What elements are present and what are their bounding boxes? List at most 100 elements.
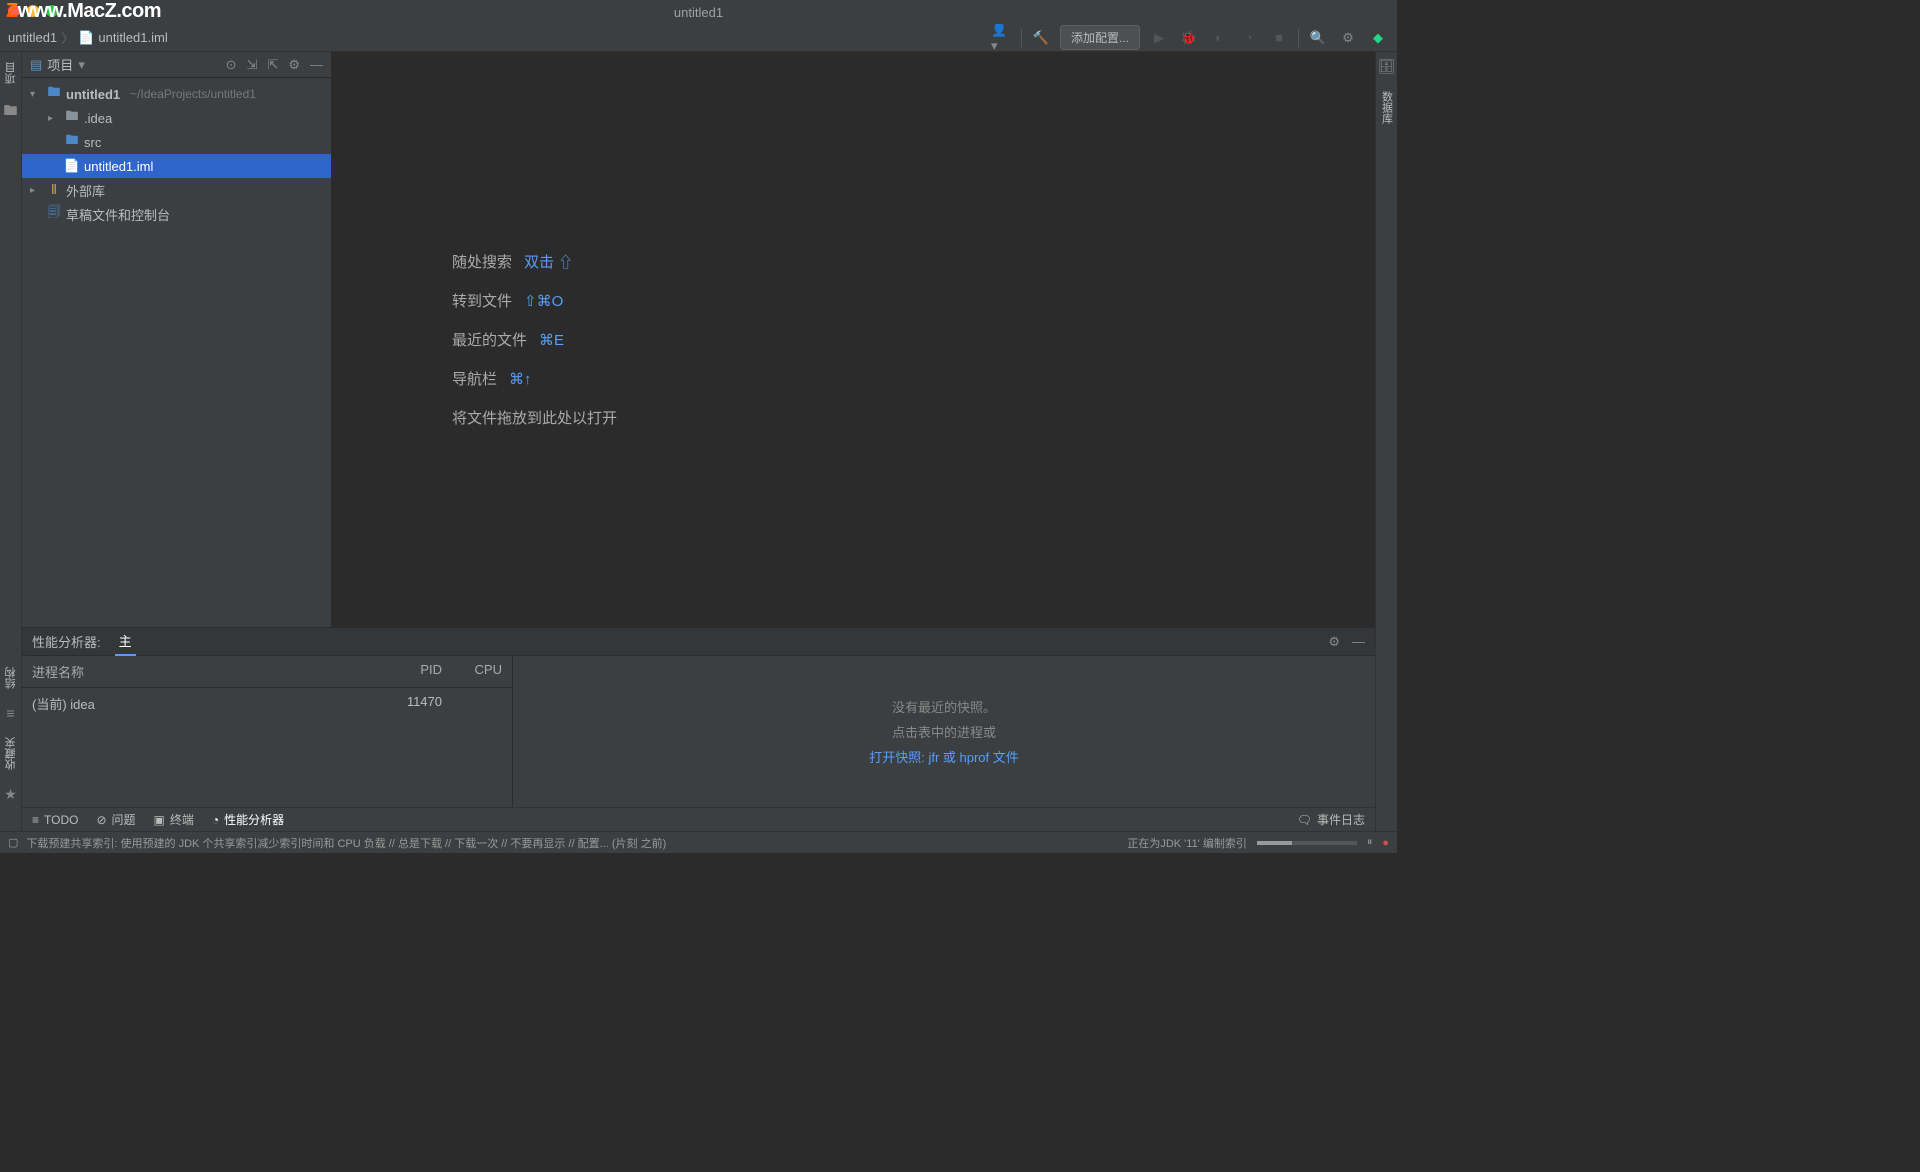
hint-nav-bar: 导航栏 ⌘↑ [452,368,532,389]
project-icon: ▤ [30,57,42,73]
open-snapshot-link[interactable]: 打开快照: jfr 或 hprof 文件 [869,747,1019,766]
tree-folder-idea[interactable]: ▸ 🖿 .idea [22,106,331,130]
pause-icon[interactable]: ⏸ [1367,836,1373,849]
folder-icon: 🖿 [46,83,62,105]
col-pid[interactable]: PID [372,662,442,681]
project-tree[interactable]: ▾ 🖿 untitled1 ~/IdeaProjects/untitled1 ▸… [22,78,331,627]
tree-file-iml[interactable]: 📄 untitled1.iml [22,154,331,178]
process-pid: 11470 [372,694,442,713]
no-snapshot-text: 没有最近的快照。 [892,697,996,716]
hint-search-everywhere: 随处搜索 双击 ⇧ [452,251,573,272]
tree-label: .idea [84,111,112,126]
tree-folder-src[interactable]: 🖿 src [22,130,331,154]
process-table-header: 进程名称 PID CPU [22,656,512,688]
separator [1298,29,1299,47]
gutter-tab-database[interactable]: 数据库 [1379,87,1395,128]
chevron-right-icon[interactable]: ▸ [30,185,42,196]
database-icon: 🗄 [1378,58,1396,75]
hint-recent-files: 最近的文件 ⌘E [452,329,564,350]
process-cpu [442,694,502,713]
hint-goto-file: 转到文件 ⇧⌘O [452,290,563,311]
debug-icon[interactable]: 🐞 [1178,27,1200,49]
tree-label: 草稿文件和控制台 [66,205,170,224]
file-icon: 📄 [64,158,80,174]
tree-root[interactable]: ▾ 🖿 untitled1 ~/IdeaProjects/untitled1 [22,82,331,106]
settings-icon[interactable]: ⚙ [1337,27,1359,49]
snapshot-panel: 没有最近的快照。 点击表中的进程或 打开快照: jfr 或 hprof 文件 [512,656,1375,807]
jetbrains-icon[interactable]: ◆ [1367,27,1389,49]
progress-bar[interactable] [1257,841,1357,845]
user-icon[interactable]: 👤▾ [991,27,1013,49]
run-icon[interactable]: ▶ [1148,27,1170,49]
hide-icon[interactable]: — [310,57,323,73]
statusbar: ▢ 下载预建共享索引: 使用预建的 JDK 个共享索引减少索引时间和 CPU 负… [0,831,1397,853]
profiler-tabs: 性能分析器: 主 ⚙ — [22,628,1375,656]
titlebar: untitled1 [0,0,1397,24]
collapse-icon[interactable]: ⇱ [267,57,278,73]
expand-icon[interactable]: ⇲ [247,57,258,73]
left-gutter: 项目 🖿 结构 ≡ 收藏夹 ★ [0,52,22,831]
profiler-icon: ◔ [212,813,219,827]
coverage-icon[interactable]: ◐ [1208,27,1230,49]
hint-drop-files: 将文件拖放到此处以打开 [452,407,617,428]
tree-label: src [84,135,101,150]
scratches-icon: 🗐 [46,203,62,225]
process-table: 进程名称 PID CPU (当前) idea 11470 [22,656,512,807]
gutter-tab-structure[interactable]: 结构 [3,663,19,693]
tree-scratches[interactable]: 🗐 草稿文件和控制台 [22,202,331,226]
col-name[interactable]: 进程名称 [32,662,372,681]
process-name: (当前) idea [32,694,372,713]
tree-label: 外部库 [66,181,105,200]
profiler-label: 性能分析器: [32,632,101,651]
breadcrumb-file[interactable]: untitled1.iml [98,30,167,45]
chevron-right-icon[interactable]: ▸ [48,113,60,124]
project-panel-header: ▤ 项目 ▾ ⊙ ⇲ ⇱ ⚙ — [22,52,331,78]
gear-icon[interactable]: ⚙ [1328,634,1340,650]
gear-icon[interactable]: ⚙ [288,57,300,73]
tab-problems[interactable]: ⊘问题 [96,811,135,828]
tree-label: untitled1.iml [84,159,153,174]
gutter-tab-project[interactable]: 项目 [3,58,19,88]
right-gutter: 🗄 数据库 [1375,52,1397,831]
stop-icon[interactable]: ■ [1268,27,1290,49]
hide-icon[interactable]: — [1352,634,1365,650]
breadcrumb-root[interactable]: untitled1 [8,30,57,45]
tab-event-log[interactable]: 🗨事件日志 [1297,811,1365,828]
folder-icon: 🖿 [64,131,80,153]
list-icon: ≡ [32,813,39,827]
build-icon[interactable]: 🔨 [1030,27,1052,49]
indexing-text: 正在为JDK '11' 编制索引 [1127,835,1247,851]
col-cpu[interactable]: CPU [442,662,502,681]
status-message[interactable]: 下载预建共享索引: 使用预建的 JDK 个共享索引减少索引时间和 CPU 负载 … [26,835,666,851]
bottom-tabs: ≡TODO ⊘问题 ▣终端 ◔性能分析器 🗨事件日志 [22,807,1375,831]
file-icon: 📄 [78,30,94,46]
gutter-tab-favorites[interactable]: 收藏夹 [3,733,19,774]
star-icon: ★ [4,786,17,803]
separator [1021,29,1022,47]
locate-icon[interactable]: ⊙ [226,57,237,73]
structure-icon: ≡ [6,705,14,721]
warning-icon: ⊘ [96,813,106,827]
tab-terminal[interactable]: ▣终端 [154,811,194,828]
sidebar-toggle-icon[interactable]: ▢ [8,836,18,849]
tab-todo[interactable]: ≡TODO [32,813,78,827]
add-config-button[interactable]: 添加配置... [1060,25,1140,50]
profiler-panel: 性能分析器: 主 ⚙ — 进程名称 PID CPU (当前) idea 11 [22,627,1375,807]
chevron-down-icon[interactable]: ▾ [30,89,42,100]
tree-path: ~/IdeaProjects/untitled1 [130,87,256,101]
tree-label: untitled1 [66,87,120,102]
breadcrumb[interactable]: untitled1 〉 📄 untitled1.iml [8,28,168,47]
process-row[interactable]: (当前) idea 11470 [22,688,512,719]
folder-icon[interactable]: 🖿 [4,100,18,124]
navbar: untitled1 〉 📄 untitled1.iml 👤▾ 🔨 添加配置...… [0,24,1397,52]
search-icon[interactable]: 🔍 [1307,27,1329,49]
error-icon[interactable]: ● [1382,837,1389,849]
profile-icon[interactable]: ◔ [1238,27,1260,49]
tab-profiler[interactable]: ◔性能分析器 [212,811,284,828]
profiler-tab-main[interactable]: 主 [115,627,136,656]
log-icon: 🗨 [1297,813,1312,827]
chevron-down-icon[interactable]: ▾ [78,57,85,73]
watermark: Zwww.MacZ.com [6,0,161,23]
library-icon: ⫴ [46,182,62,198]
tree-external-libs[interactable]: ▸ ⫴ 外部库 [22,178,331,202]
